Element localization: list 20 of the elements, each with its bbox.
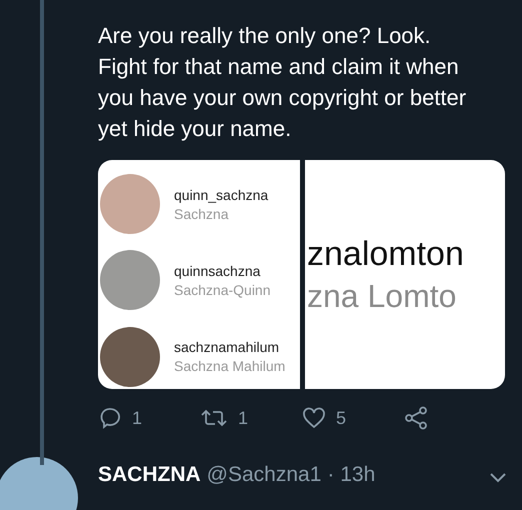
zoomed-username: znalomton xyxy=(307,234,465,274)
chevron-icon[interactable] xyxy=(488,472,508,484)
media-card[interactable]: quinn_sachzna Sachzna quinnsachzna Sachzna-Quinn sachznamahilum Sachzna Mahilum znalomton zna Lomto xyxy=(98,160,505,389)
share-icon[interactable] xyxy=(404,406,428,430)
username: quinnsachzna xyxy=(174,262,262,279)
user-handle: @Sachzna1 xyxy=(206,463,322,487)
display-name: SACHZNA xyxy=(98,463,201,487)
heart-icon[interactable] xyxy=(302,406,326,430)
display-name: Sachzna xyxy=(174,206,230,222)
timestamp: · 13h xyxy=(327,463,376,487)
username: quinn_sachzna xyxy=(174,186,268,203)
action-count: 5 xyxy=(336,408,346,428)
action-count: 1 xyxy=(238,408,248,428)
action-count: 1 xyxy=(132,408,142,428)
reply-icon[interactable] xyxy=(98,406,122,430)
username: sachznamahilum xyxy=(174,339,280,356)
display-name: Sachzna-Quinn xyxy=(174,282,271,298)
zoomed-display-name: zna Lomto xyxy=(307,278,458,314)
display-name: Sachzna Mahilum xyxy=(174,358,286,374)
tweet-text: Are you really the only one? Look. Fight for that name and claim it when you have your own copyright or better yet hide your name. xyxy=(98,22,468,143)
